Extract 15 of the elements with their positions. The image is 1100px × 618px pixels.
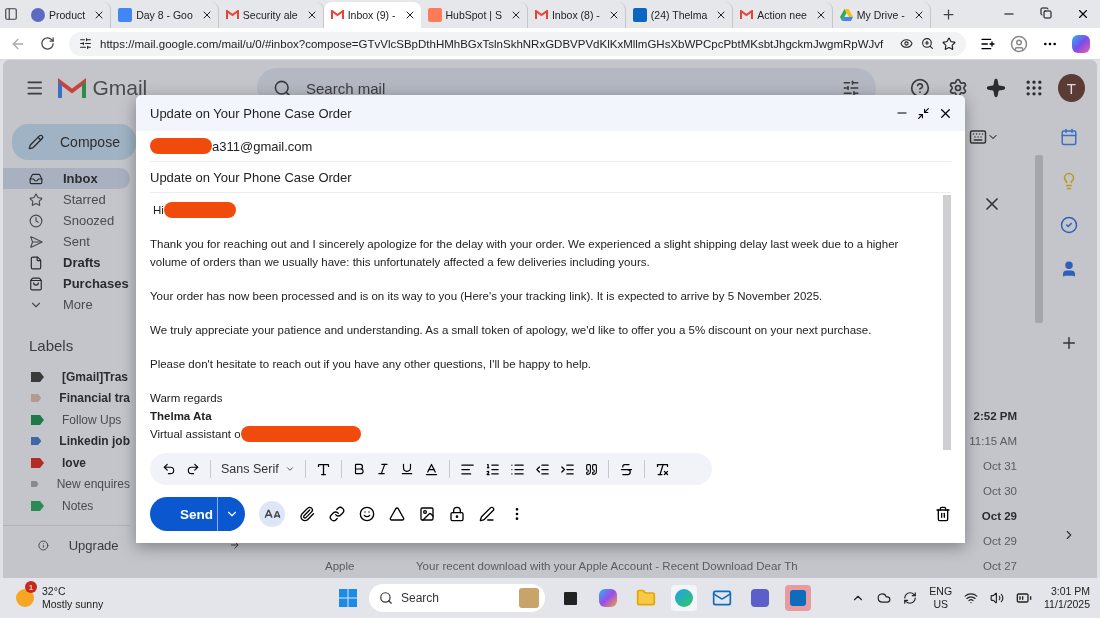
email-date: Oct 27 [983, 559, 1017, 572]
weather-text: Mostly sunny [42, 598, 104, 611]
labels-heading: Labels [29, 337, 74, 354]
gmail-logo-text: Gmail [92, 76, 148, 100]
email-date: 11:15 AM [969, 434, 1017, 447]
email-subject: Your recent download with your Apple Account - Recent Download Dear Th [416, 559, 799, 572]
email-sender: Apple [324, 559, 356, 572]
notification-badge: 1 [25, 581, 37, 593]
email-date: 2:52 PM [973, 409, 1017, 422]
email-date: Oct 31 [983, 459, 1017, 472]
temperature-text: 32°C [42, 585, 67, 598]
email-date: Oct 29 [983, 534, 1017, 547]
email-date: Oct 29 [981, 509, 1017, 522]
compose-title: Update on Your Phone Case Order [150, 105, 353, 121]
email-date: Oct 30 [983, 484, 1017, 497]
